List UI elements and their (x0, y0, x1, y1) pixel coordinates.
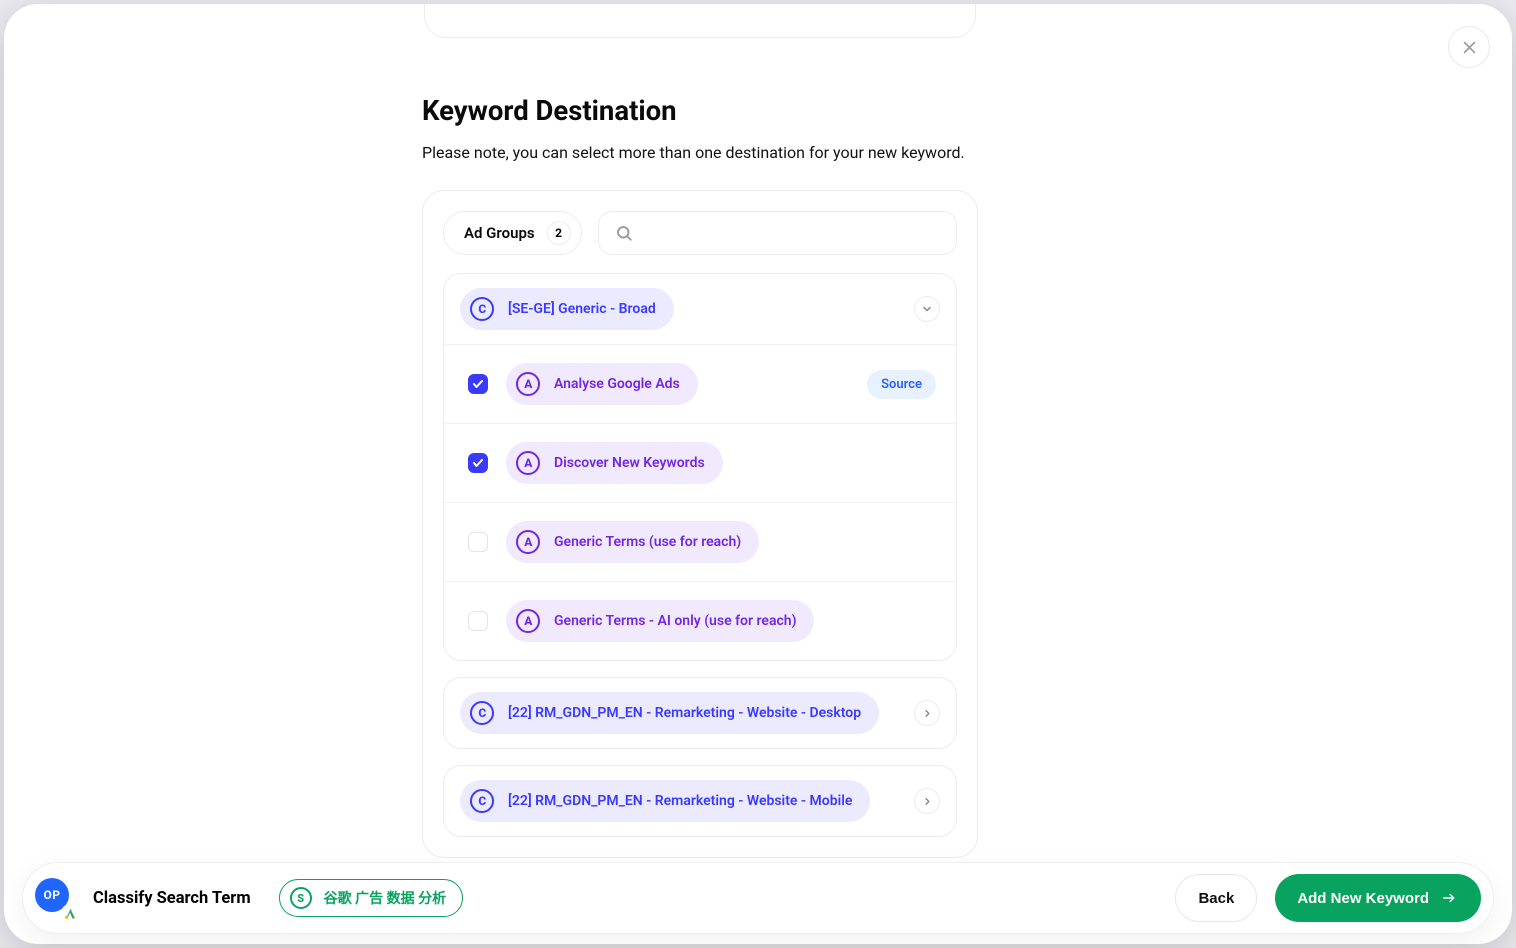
footer-bar: OP Classify Search Term S 谷歌 广告 数据 分析 Ba… (22, 862, 1494, 934)
adgroup-badge-icon: A (516, 530, 540, 554)
campaign-chip[interactable]: C [SE-GE] Generic - Broad (460, 288, 674, 330)
adgroup-chip: A Generic Terms - AI only (use for reach… (506, 600, 814, 642)
campaign-chip: C [22] RM_GDN_PM_EN - Remarketing - Webs… (460, 692, 879, 734)
search-term-chip[interactable]: S 谷歌 广告 数据 分析 (279, 879, 463, 917)
adgroup-checkbox[interactable] (468, 611, 488, 631)
chevron-right-icon (922, 708, 933, 719)
adgroup-label: Generic Terms - AI only (use for reach) (554, 613, 796, 629)
campaign-name: [22] RM_GDN_PM_EN - Remarketing - Websit… (508, 793, 852, 809)
workspace-avatar[interactable]: OP (35, 878, 75, 918)
check-icon (472, 457, 484, 469)
campaign-collapsed[interactable]: C [22] RM_GDN_PM_EN - Remarketing - Webs… (443, 677, 957, 749)
source-badge: Source (867, 370, 936, 399)
campaign-expanded: C [SE-GE] Generic - Broad (443, 273, 957, 661)
adgroup-badge-icon: A (516, 451, 540, 475)
adgroups-count-value: 2 (547, 221, 571, 245)
adgroup-row[interactable]: A Generic Terms (use for reach) (444, 502, 956, 581)
add-new-keyword-label: Add New Keyword (1297, 890, 1429, 907)
campaign-badge-icon: C (470, 701, 494, 725)
collapse-button[interactable] (914, 296, 940, 322)
adgroup-checkbox[interactable] (468, 453, 488, 473)
search-term-badge-icon: S (290, 887, 312, 909)
search-icon (615, 224, 633, 242)
expand-button[interactable] (914, 788, 940, 814)
campaign-badge-icon: C (470, 789, 494, 813)
previous-section-peek (424, 4, 976, 38)
adgroup-row[interactable]: A Analyse Google Ads Source (444, 344, 956, 423)
adgroup-row[interactable]: A Generic Terms - AI only (use for reach… (444, 581, 956, 660)
campaign-name: [SE-GE] Generic - Broad (508, 301, 656, 317)
expand-button[interactable] (914, 700, 940, 726)
adgroup-chip: A Analyse Google Ads (506, 363, 698, 405)
adgroup-badge-icon: A (516, 609, 540, 633)
adgroup-checkbox[interactable] (468, 532, 488, 552)
adgroup-chip: A Discover New Keywords (506, 442, 723, 484)
search-field[interactable] (598, 211, 957, 255)
add-new-keyword-button[interactable]: Add New Keyword (1275, 874, 1481, 922)
page-subtitle: Please note, you can select more than on… (422, 143, 978, 162)
adgroup-badge-icon: A (516, 372, 540, 396)
search-input[interactable] (645, 225, 940, 242)
google-ads-icon (61, 904, 79, 922)
search-term-text: 谷歌 广告 数据 分析 (324, 888, 446, 908)
chevron-right-icon (922, 796, 933, 807)
back-button-label: Back (1198, 890, 1234, 907)
adgroup-chip: A Generic Terms (use for reach) (506, 521, 759, 563)
back-button[interactable]: Back (1175, 874, 1257, 922)
campaign-collapsed[interactable]: C [22] RM_GDN_PM_EN - Remarketing - Webs… (443, 765, 957, 837)
adgroup-checkbox[interactable] (468, 374, 488, 394)
page-title: Keyword Destination (422, 94, 978, 127)
arrow-right-icon (1439, 891, 1459, 905)
adgroup-label: Discover New Keywords (554, 455, 705, 471)
footer-title: Classify Search Term (93, 889, 251, 908)
adgroups-count-pill[interactable]: Ad Groups 2 (443, 211, 582, 255)
adgroup-label: Generic Terms (use for reach) (554, 534, 741, 550)
campaign-badge-icon: C (470, 297, 494, 321)
campaign-name: [22] RM_GDN_PM_EN - Remarketing - Websit… (508, 705, 861, 721)
campaign-chip: C [22] RM_GDN_PM_EN - Remarketing - Webs… (460, 780, 870, 822)
adgroups-count-label: Ad Groups (464, 224, 535, 242)
chevron-down-icon (921, 303, 933, 315)
destination-panel: Ad Groups 2 C (422, 190, 978, 858)
adgroup-label: Analyse Google Ads (554, 376, 680, 392)
check-icon (472, 378, 484, 390)
adgroup-row[interactable]: A Discover New Keywords (444, 423, 956, 502)
